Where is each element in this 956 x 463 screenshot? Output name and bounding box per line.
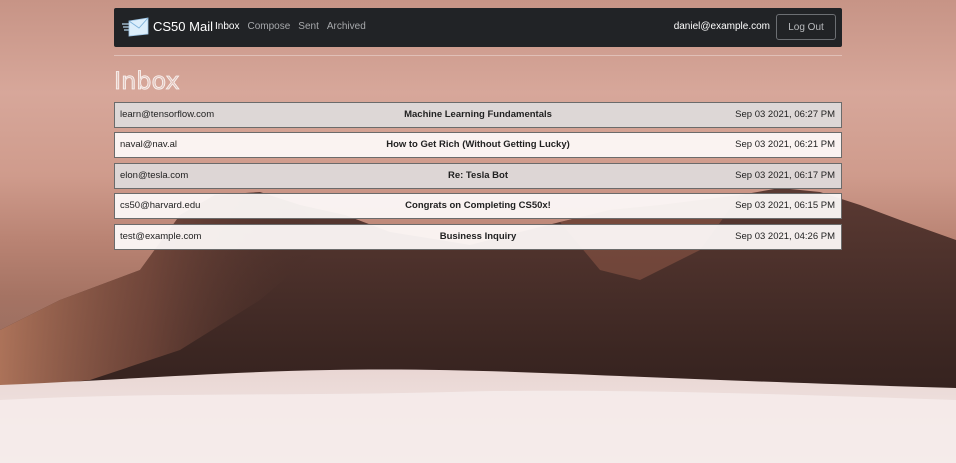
email-row[interactable]: test@example.com Business Inquiry Sep 03…: [114, 223, 842, 250]
email-timestamp: Sep 03 2021, 06:27 PM: [735, 109, 835, 120]
nav-link-sent[interactable]: Sent: [298, 20, 319, 34]
nav-link-archived[interactable]: Archived: [327, 20, 366, 34]
email-row[interactable]: naval@nav.al How to Get Rich (Without Ge…: [114, 132, 842, 159]
email-timestamp: Sep 03 2021, 06:15 PM: [735, 200, 835, 212]
user-email: daniel@example.com: [673, 21, 770, 32]
brand-name: CS50 Mail: [153, 19, 213, 34]
mail-envelope-icon: [122, 17, 149, 37]
email-timestamp: Sep 03 2021, 06:21 PM: [735, 139, 835, 151]
email-timestamp: Sep 03 2021, 04:26 PM: [735, 230, 835, 242]
email-row[interactable]: cs50@harvard.edu Congrats on Completing …: [114, 193, 842, 220]
brand[interactable]: CS50 Mail: [122, 16, 213, 38]
email-subject: Machine Learning Fundamentals: [404, 109, 552, 120]
email-sender: elon@tesla.com: [120, 169, 189, 181]
header-divider: [114, 55, 842, 56]
nav-link-inbox[interactable]: Inbox: [215, 20, 239, 34]
email-subject: Business Inquiry: [439, 230, 517, 242]
page-title: Inbox: [114, 67, 180, 96]
email-subject: Re: Tesla Bot: [447, 169, 508, 181]
nav-links: Inbox Compose Sent Archived: [215, 20, 366, 34]
email-row[interactable]: learn@tensorflow.com Machine Learning Fu…: [114, 102, 842, 128]
email-timestamp: Sep 03 2021, 06:17 PM: [735, 169, 835, 181]
logout-button[interactable]: Log Out: [776, 14, 836, 40]
email-sender: test@example.com: [120, 230, 202, 242]
email-subject: Congrats on Completing CS50x!: [405, 200, 551, 212]
email-subject: How to Get Rich (Without Getting Lucky): [386, 139, 570, 151]
nav-link-compose[interactable]: Compose: [247, 20, 290, 34]
email-row[interactable]: elon@tesla.com Re: Tesla Bot Sep 03 2021…: [114, 162, 842, 189]
email-sender: cs50@harvard.edu: [120, 200, 201, 212]
email-sender: naval@nav.al: [120, 139, 177, 151]
email-sender: learn@tensorflow.com: [120, 109, 215, 120]
email-list: learn@tensorflow.com Machine Learning Fu…: [114, 102, 842, 254]
navbar: CS50 Mail Inbox Compose Sent Archived da…: [114, 8, 842, 47]
